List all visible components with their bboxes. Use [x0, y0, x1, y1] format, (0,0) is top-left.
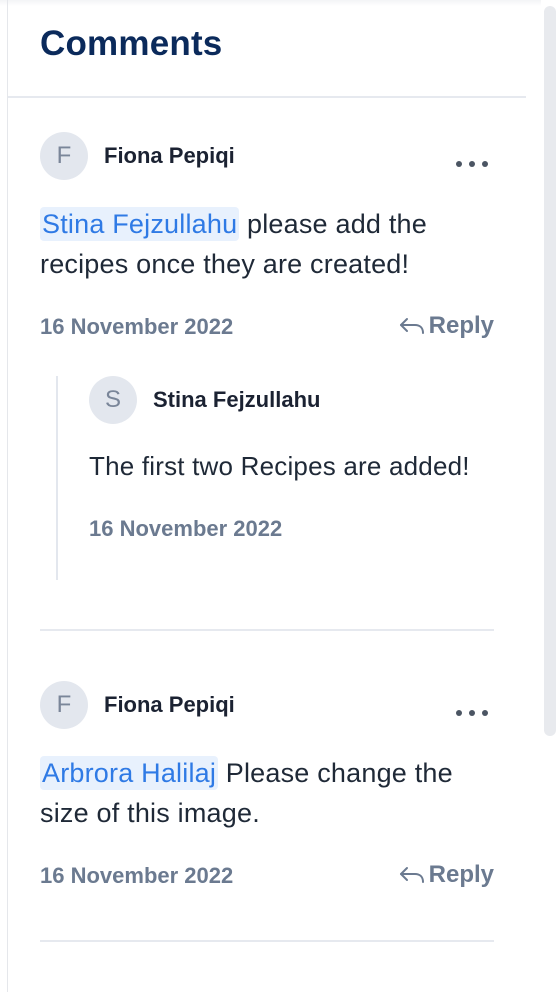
reply-arrow-icon — [399, 867, 424, 883]
user-mention[interactable]: Arbrora Halilaj — [40, 756, 219, 790]
user-mention[interactable]: Stina Fejzullahu — [40, 207, 240, 241]
reply-button[interactable]: Reply — [397, 861, 494, 889]
avatar: F — [40, 132, 88, 180]
author-name: Fiona Pepiqi — [104, 143, 235, 168]
reply-label: Reply — [428, 861, 494, 888]
comment: F Fiona Pepiqi Stina Fejzullahu please a… — [40, 132, 494, 342]
reply-comment: S Stina Fejzullahu The first two Recipes… — [89, 376, 489, 544]
comment-date: 16 November 2022 — [40, 863, 234, 888]
more-options-icon[interactable] — [456, 159, 488, 169]
reply-button[interactable]: Reply — [397, 312, 494, 340]
comment-date: 16 November 2022 — [40, 314, 234, 339]
comment-divider — [40, 629, 494, 631]
panel-left-border — [7, 0, 8, 992]
scrollbar-thumb[interactable] — [544, 6, 556, 736]
comment-footer: 16 November 2022 Reply — [40, 312, 494, 342]
author-name: Fiona Pepiqi — [104, 692, 235, 717]
comment-text: Stina Fejzullahu please add the recipes … — [40, 204, 494, 284]
comment: F Fiona Pepiqi Arbrora Halilaj Please ch… — [40, 681, 494, 891]
reply-text: The first two Recipes are added! — [89, 451, 470, 481]
comment-header: F Fiona Pepiqi — [40, 681, 494, 729]
header-divider — [8, 96, 526, 98]
comment-header: F Fiona Pepiqi — [40, 132, 494, 180]
reply-date: 16 November 2022 — [89, 516, 283, 541]
comment-footer: 16 November 2022 Reply — [40, 861, 494, 891]
top-shadow — [0, 0, 558, 6]
reply-header: S Stina Fejzullahu — [89, 376, 489, 424]
comment-divider — [40, 940, 494, 942]
more-options-icon[interactable] — [456, 708, 488, 718]
reply-label: Reply — [428, 312, 494, 339]
reply-thread: S Stina Fejzullahu The first two Recipes… — [56, 376, 496, 580]
avatar: S — [89, 376, 137, 424]
panel-title: Comments — [40, 24, 223, 63]
avatar: F — [40, 681, 88, 729]
author-name: Stina Fejzullahu — [153, 387, 321, 412]
comment-text: Arbrora Halilaj Please change the size o… — [40, 753, 494, 833]
reply-footer: 16 November 2022 — [89, 514, 489, 544]
reply-arrow-icon — [399, 318, 424, 334]
